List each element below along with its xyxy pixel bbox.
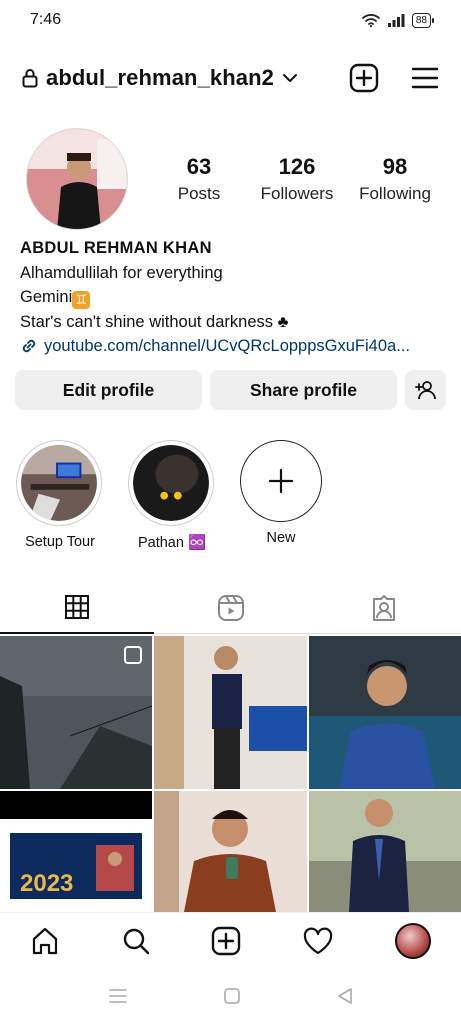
link-icon — [22, 340, 36, 353]
bio-link-text: youtube.com/channel/UCvQRcLopppsGxuFi40a… — [44, 337, 410, 355]
post-thumbnail[interactable] — [0, 636, 152, 789]
post-image: 2023 — [0, 791, 152, 912]
following-label: Following — [359, 184, 431, 203]
profile-bio: ABDUL REHMAN KHAN Alhamdullilah for ever… — [20, 236, 445, 359]
followers-count[interactable]: 126 Followers — [252, 154, 342, 204]
profile-tabs — [0, 582, 461, 634]
new-highlight-button[interactable]: New — [240, 440, 322, 546]
wifi-icon — [361, 14, 380, 27]
add-person-icon — [414, 381, 436, 400]
post-thumbnail[interactable] — [309, 791, 461, 912]
create-icon[interactable] — [211, 926, 241, 956]
svg-text:2023: 2023 — [20, 870, 73, 897]
heart-icon[interactable] — [302, 926, 334, 956]
bio-line-1: Alhamdullilah for everything — [20, 263, 223, 282]
edit-profile-button[interactable]: Edit profile — [15, 370, 202, 410]
grid-icon — [64, 595, 89, 619]
highlight-cover — [133, 445, 209, 521]
search-icon[interactable] — [121, 926, 151, 956]
plus-icon — [268, 468, 294, 494]
full-name: ABDUL REHMAN KHAN — [20, 239, 212, 257]
followers-label: Followers — [260, 184, 334, 203]
status-icons: 88 — [361, 12, 435, 28]
bio-gemini-text: Gemini — [20, 288, 73, 306]
profile-actions: Edit profile Share profile — [15, 370, 446, 410]
highlight-cover — [21, 445, 97, 521]
post-thumbnail[interactable]: 2023 — [0, 791, 152, 912]
new-post-icon[interactable] — [349, 63, 379, 93]
post-image — [309, 791, 461, 912]
gemini-emoji: ♊ — [72, 291, 91, 309]
tab-reels[interactable] — [153, 582, 308, 634]
highlight-setup-tour[interactable]: Setup Tour — [16, 440, 104, 550]
tagged-icon — [373, 594, 396, 621]
username: abdul_rehman_khan2 — [46, 65, 274, 90]
highlight-label: Setup Tour — [25, 534, 95, 550]
profile-avatar[interactable] — [26, 128, 128, 230]
post-image — [309, 636, 461, 789]
highlight-ring — [16, 440, 102, 526]
profile-summary: 63 Posts 126 Followers 98 Following — [0, 128, 461, 232]
following-count[interactable]: 98 Following — [350, 154, 440, 204]
system-navigation — [0, 968, 461, 1024]
home-icon[interactable] — [30, 926, 60, 956]
tab-tagged[interactable] — [307, 582, 461, 634]
profile-header: abdul_rehman_khan2 — [0, 56, 461, 100]
new-highlight-circle — [240, 440, 322, 522]
chevron-down-icon — [283, 74, 297, 82]
story-highlights: Setup Tour Pathan ♾️ New — [0, 440, 461, 560]
post-thumbnail[interactable] — [309, 636, 461, 789]
post-image — [154, 636, 307, 789]
share-profile-button[interactable]: Share profile — [210, 370, 397, 410]
status-time: 7:46 — [30, 11, 62, 28]
discover-people-button[interactable] — [405, 370, 446, 410]
profile-photo — [27, 129, 127, 229]
bio-line-2: Gemini ♊ — [20, 285, 445, 310]
header-actions — [349, 63, 439, 93]
posts-number: 63 — [186, 154, 212, 179]
highlight-pathan[interactable]: Pathan ♾️ — [128, 440, 216, 551]
account-switcher[interactable]: abdul_rehman_khan2 — [22, 65, 349, 91]
back-icon[interactable] — [336, 987, 354, 1005]
reels-icon — [217, 594, 244, 621]
bottom-navigation — [0, 912, 461, 968]
post-image — [154, 791, 307, 912]
posts-grid: 2023 — [0, 636, 461, 912]
followers-number: 126 — [278, 154, 316, 179]
bio-line-3: Star's can't shine without darkness ♣ — [20, 312, 289, 331]
highlight-label: Pathan ♾️ — [137, 535, 207, 551]
highlight-label: New — [266, 530, 296, 546]
tab-posts[interactable] — [0, 582, 154, 634]
bio-link[interactable]: youtube.com/channel/UCvQRcLopppsGxuFi40a… — [20, 334, 445, 359]
following-number: 98 — [382, 154, 408, 179]
status-bar: 7:46 88 — [0, 0, 461, 40]
multiple-photos-icon — [124, 646, 142, 664]
battery-indicator: 88 — [411, 12, 435, 28]
post-thumbnail[interactable] — [154, 791, 307, 912]
profile-avatar[interactable] — [394, 922, 431, 959]
home-square-icon[interactable] — [223, 987, 241, 1005]
posts-label: Posts — [177, 184, 221, 203]
recents-icon[interactable] — [108, 987, 128, 1005]
posts-count[interactable]: 63 Posts — [154, 154, 244, 204]
signal-icon — [387, 14, 405, 27]
lock-icon — [22, 69, 38, 88]
highlight-ring — [128, 440, 214, 526]
post-thumbnail[interactable] — [154, 636, 307, 789]
menu-icon[interactable] — [411, 66, 439, 90]
